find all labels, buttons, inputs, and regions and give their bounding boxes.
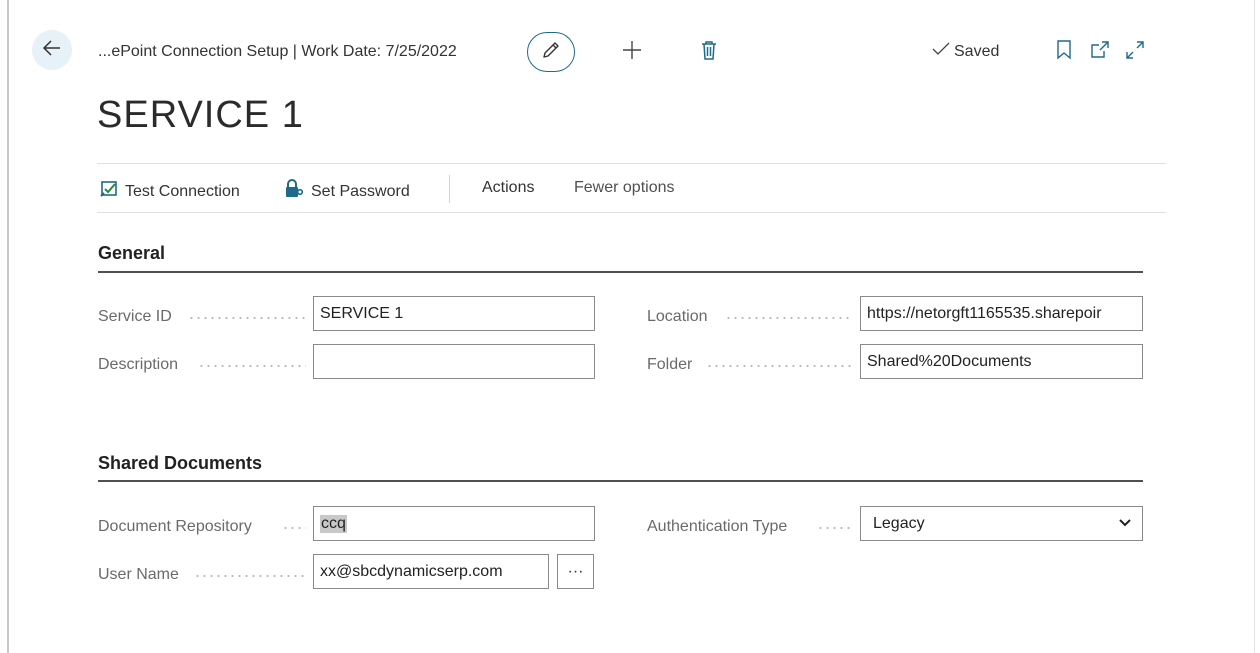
label-leader-dots (282, 527, 306, 529)
actions-menu[interactable]: Actions (482, 179, 534, 197)
authentication-type-select[interactable]: Legacy (860, 506, 1143, 541)
chevron-down-icon (1118, 516, 1132, 530)
label-leader-dots (198, 365, 306, 367)
user-name-value: xx@sbcdynamicserp.com (320, 562, 503, 580)
section-divider-shared-documents (98, 480, 1143, 482)
page-header: ...ePoint Connection Setup | Work Date: … (98, 32, 1168, 72)
location-label: Location (647, 308, 708, 325)
label-leader-dots (706, 365, 853, 367)
set-password-label: Set Password (311, 182, 410, 200)
description-label: Description (98, 356, 179, 373)
page-title: SERVICE 1 (97, 94, 304, 136)
saved-label: Saved (954, 42, 1000, 60)
user-name-lookup-button[interactable]: ··· (557, 554, 594, 589)
open-new-window-button[interactable] (1088, 40, 1112, 64)
open-new-window-icon (1090, 40, 1110, 65)
user-name-field[interactable]: xx@sbcdynamicserp.com (313, 554, 549, 589)
lock-key-icon (283, 179, 305, 204)
section-title-shared-documents[interactable]: Shared Documents (98, 453, 262, 474)
section-divider-general (98, 271, 1143, 273)
authentication-type-value: Legacy (873, 514, 925, 532)
fewer-options-button[interactable]: Fewer options (574, 179, 675, 197)
location-value: https://netorgft1165535.sharepoir (867, 304, 1102, 322)
folder-label: Folder (647, 356, 693, 373)
service-id-field[interactable]: SERVICE 1 (313, 296, 595, 331)
authentication-type-label: Authentication Type (647, 518, 788, 535)
label-leader-dots (188, 317, 306, 319)
label-leader-dots (194, 575, 306, 577)
user-name-label: User Name (98, 566, 179, 583)
saved-status: Saved (932, 42, 999, 61)
bookmark-button[interactable] (1052, 39, 1076, 65)
label-leader-dots (725, 317, 853, 319)
action-separator (449, 175, 450, 203)
pencil-icon (540, 39, 562, 66)
folder-field[interactable]: Shared%20Documents (860, 344, 1143, 379)
service-id-value: SERVICE 1 (320, 304, 404, 322)
new-button[interactable] (620, 40, 644, 64)
document-repository-field[interactable]: ccq (313, 506, 595, 541)
expand-button[interactable] (1123, 40, 1147, 64)
test-connection-action[interactable]: Test Connection (99, 179, 240, 204)
document-repository-value: ccq (320, 514, 347, 533)
label-leader-dots (817, 527, 853, 529)
delete-button[interactable] (697, 40, 721, 64)
location-field[interactable]: https://netorgft1165535.sharepoir (860, 296, 1143, 331)
expand-icon (1125, 40, 1145, 65)
plus-icon (621, 39, 643, 66)
breadcrumb: ...ePoint Connection Setup | Work Date: … (98, 43, 457, 60)
window-left-border (7, 0, 9, 653)
folder-value: Shared%20Documents (867, 352, 1032, 370)
back-button[interactable] (32, 30, 72, 70)
description-field[interactable] (313, 344, 595, 379)
document-repository-label: Document Repository (98, 518, 252, 535)
trash-icon (699, 39, 719, 66)
test-connection-icon (99, 179, 119, 204)
edit-button[interactable] (527, 32, 575, 72)
section-title-general[interactable]: General (98, 243, 165, 264)
bookmark-icon (1056, 39, 1072, 65)
service-id-label: Service ID (98, 308, 172, 325)
arrow-left-icon (42, 38, 62, 63)
window-right-border (1254, 0, 1255, 653)
checkmark-icon (932, 42, 950, 61)
test-connection-label: Test Connection (125, 182, 240, 200)
action-bar: Test Connection Set Password Actions Few… (97, 163, 1166, 213)
set-password-action[interactable]: Set Password (283, 179, 410, 204)
